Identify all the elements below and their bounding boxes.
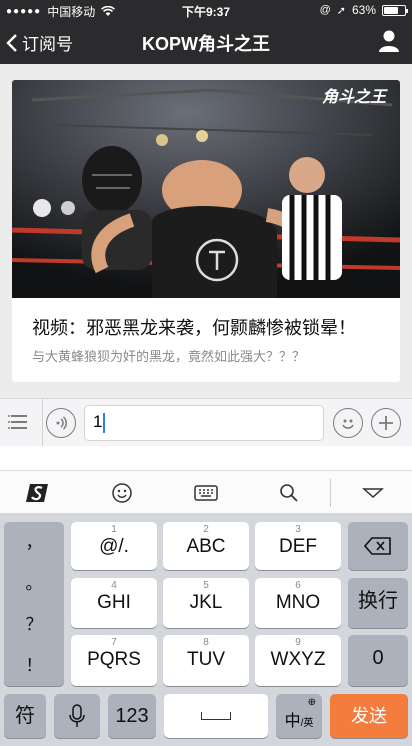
key-label: 0: [372, 647, 384, 669]
location-icon: ➚: [336, 4, 346, 17]
article-card[interactable]: 角斗之王 视频：邪恶黑龙来袭，何颢麟惨被锁晕！ 与大黄蜂狼狈为奸的黑龙，竟然如此…: [12, 80, 400, 382]
mic-key[interactable]: [54, 694, 100, 738]
menu-list-icon[interactable]: [6, 409, 32, 435]
battery-percent: 63%: [351, 3, 376, 17]
key-label: PQRS: [87, 649, 141, 670]
key-number: 9: [295, 637, 301, 648]
key-number: 3: [295, 524, 301, 535]
key-number: 6: [295, 580, 301, 591]
key-3[interactable]: 3 DEF: [255, 522, 341, 570]
page-title: KOPW角斗之王: [142, 34, 270, 54]
microphone-icon: [69, 704, 85, 727]
divider: [330, 479, 331, 507]
voice-icon: [56, 416, 67, 430]
space-key[interactable]: [164, 694, 268, 738]
symbols-key[interactable]: 符: [4, 694, 46, 738]
nav-bar: 订阅号 KOPW角斗之王: [0, 20, 412, 64]
collapse-keyboard-icon[interactable]: [360, 482, 386, 504]
language-switch-key[interactable]: ⊕ 中/英: [276, 694, 322, 738]
key-label: ABC: [186, 536, 226, 557]
key-label: WXYZ: [270, 649, 326, 670]
status-bar: ●●●●● 中国移动 下午9:37 @ ➚ 63%: [0, 0, 412, 20]
send-key[interactable]: 发送: [330, 694, 408, 738]
key-label: MNO: [275, 592, 321, 613]
key-label: JKL: [189, 592, 223, 613]
smiley-icon: [342, 419, 354, 429]
message-feed: 角斗之王 视频：邪恶黑龙来袭，何颢麟惨被锁晕！ 与大黄蜂狼狈为奸的黑龙，竟然如此…: [0, 64, 412, 394]
key-label: @/.: [99, 536, 129, 557]
numbers-key[interactable]: 123: [108, 694, 156, 738]
key-label: 发送: [351, 706, 387, 726]
key-number: 5: [203, 580, 209, 591]
message-input[interactable]: 1: [84, 405, 324, 441]
key-label: 符: [15, 705, 35, 727]
key-label: TUV: [187, 649, 225, 670]
emoji-button[interactable]: [333, 408, 363, 438]
key-sublabel: /英: [300, 718, 314, 729]
globe-icon: ⊕: [307, 697, 316, 708]
person-icon[interactable]: [378, 29, 400, 53]
punct-key[interactable]: ，: [4, 522, 64, 563]
key-number: 8: [203, 637, 209, 648]
article-cover-image[interactable]: 角斗之王: [12, 80, 400, 298]
battery-icon: [382, 4, 408, 16]
voice-button[interactable]: [46, 408, 76, 438]
key-5[interactable]: 5 JKL: [163, 578, 249, 628]
key-label: GHI: [97, 592, 131, 613]
rotation-lock-icon: @: [319, 4, 331, 16]
newline-key[interactable]: 换行: [348, 578, 408, 628]
add-button[interactable]: [371, 408, 401, 438]
key-2[interactable]: 2 ABC: [163, 522, 249, 570]
key-4[interactable]: 4 GHI: [71, 578, 157, 628]
emoji-panel-icon[interactable]: [109, 482, 135, 504]
punct-key[interactable]: ？: [4, 604, 64, 645]
keyboard-switch-icon[interactable]: [193, 482, 219, 504]
backspace-icon: [363, 537, 391, 555]
space-icon: [201, 712, 231, 720]
plus-icon: [379, 416, 393, 430]
nine-key-keyboard: ， 。 ？ ！ 1 @/. 2 ABC 3 DEF 4 GHI 5 JKL 6 MNO 换行…: [0, 514, 412, 746]
key-8[interactable]: 8 TUV: [163, 635, 249, 686]
article-headline[interactable]: 视频：邪恶黑龙来袭，何颢麟惨被锁晕！: [32, 314, 356, 340]
punctuation-column[interactable]: ， 。 ？ ！: [4, 522, 64, 686]
key-number: 1: [111, 524, 117, 535]
sogou-logo-icon[interactable]: [26, 482, 52, 504]
search-icon[interactable]: [276, 482, 302, 504]
key-9[interactable]: 9 WXYZ: [255, 635, 341, 686]
key-label: 123: [115, 705, 149, 727]
backspace-key[interactable]: [348, 522, 408, 570]
divider: [42, 399, 43, 447]
keyboard-gap: [0, 446, 412, 470]
article-subtitle: 与大黄蜂狼狈为奸的黑龙，竟然如此强大？？？: [32, 349, 306, 364]
text-caret: [103, 412, 106, 433]
top-bar: ●●●●● 中国移动 下午9:37 @ ➚ 63% 订阅号 KOPW角斗之王: [0, 0, 412, 64]
punct-key[interactable]: 。: [4, 563, 64, 604]
cover-watermark: 角斗之王: [322, 88, 388, 106]
key-number: 7: [111, 637, 117, 648]
key-6[interactable]: 6 MNO: [255, 578, 341, 628]
key-label: 中: [284, 713, 301, 730]
punct-key[interactable]: ！: [4, 645, 64, 686]
key-7[interactable]: 7 PQRS: [71, 635, 157, 686]
chat-input-bar: 1: [0, 398, 412, 447]
zero-key[interactable]: 0: [348, 635, 408, 686]
key-number: 2: [203, 524, 209, 535]
key-1[interactable]: 1 @/.: [71, 522, 157, 570]
key-label: 换行: [358, 590, 398, 612]
key-label: DEF: [279, 536, 317, 557]
key-number: 4: [111, 580, 117, 591]
ime-toolbar: [0, 470, 412, 514]
input-value: 1: [93, 412, 103, 431]
